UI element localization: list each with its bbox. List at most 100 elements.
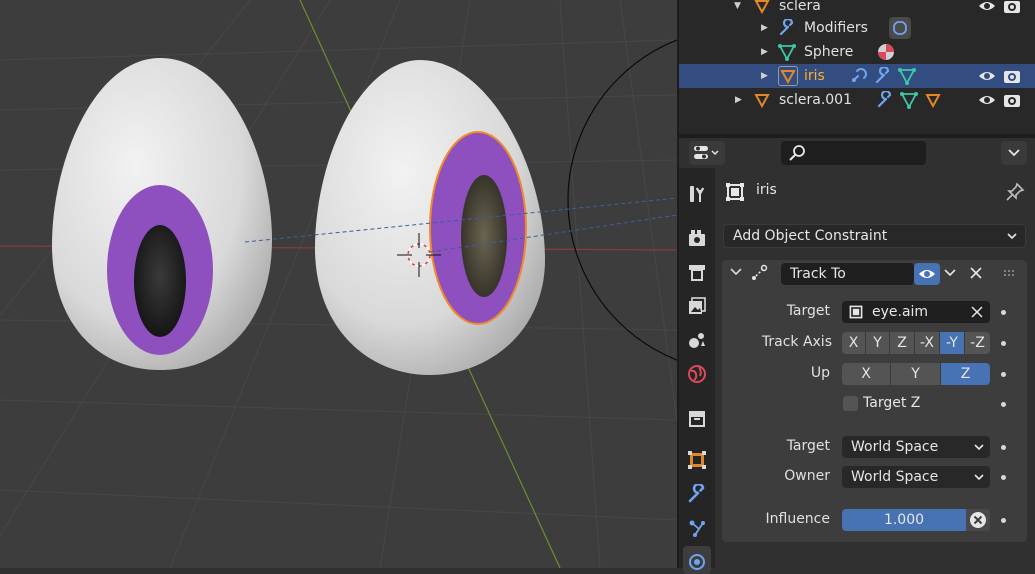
target-z-label: Target Z [863, 395, 921, 411]
physics-icon [689, 554, 705, 570]
constraint-icon[interactable] [850, 67, 868, 85]
eye-icon [919, 270, 935, 278]
keyframe-dot[interactable] [1001, 402, 1006, 407]
wrench-icon[interactable] [874, 67, 892, 85]
aim-circle [567, 39, 677, 361]
clear-icon[interactable] [971, 306, 983, 318]
search-input[interactable] [781, 141, 926, 165]
tab-render[interactable] [683, 224, 711, 252]
camera-icon[interactable] [1003, 67, 1021, 85]
outliner-row-modifiers[interactable]: ▶ Modifiers [679, 16, 1035, 40]
chevron-down-icon [974, 444, 984, 451]
keyframe-dot[interactable] [1001, 310, 1006, 315]
collapse-chevron-icon[interactable] [730, 267, 742, 277]
target-object-field[interactable]: eye.aim [842, 301, 990, 323]
tab-world[interactable] [683, 360, 711, 388]
options-dropdown[interactable] [1001, 141, 1027, 165]
collection-icon [689, 411, 705, 427]
outliner-item-label: sclera.001 [779, 92, 853, 108]
output-icon [689, 265, 705, 281]
properties-editor-icon [694, 146, 719, 159]
track-axis-neg-y[interactable]: -Y [940, 332, 965, 354]
3d-viewport[interactable] [0, 0, 677, 568]
eye-icon[interactable] [978, 67, 996, 85]
track-axis-neg-z[interactable]: -Z [965, 332, 990, 354]
tab-output[interactable] [683, 258, 711, 286]
outliner-item-label: Modifiers [804, 20, 868, 36]
add-object-constraint-dropdown[interactable]: Add Object Constraint [723, 224, 1026, 248]
object-icon [849, 305, 863, 319]
object-data-icon[interactable] [924, 91, 942, 109]
up-axis-z[interactable]: Z [941, 363, 990, 385]
right-pupil [461, 175, 507, 297]
outliner-row-sclera-001[interactable]: ▶ sclera.001 [679, 88, 1035, 112]
eye-icon[interactable] [978, 91, 996, 109]
tab-tool[interactable] [683, 180, 711, 208]
keyframe-dot[interactable] [1001, 372, 1006, 377]
outliner[interactable]: ▼ sclera ▶ Modifiers ▶ Sphere ▶ iris ▶ s… [679, 0, 1035, 134]
object-data-icon [778, 66, 798, 86]
tab-object[interactable] [683, 446, 711, 474]
keyframe-dot[interactable] [1001, 518, 1006, 523]
constraint-name-field[interactable]: Track To [781, 263, 914, 285]
outliner-row-iris[interactable]: ▶ iris [679, 64, 1035, 88]
wrench-icon[interactable] [876, 91, 894, 109]
material-icon[interactable] [877, 43, 895, 61]
constraint-visibility-toggle[interactable] [914, 263, 940, 285]
mesh-data-icon[interactable] [900, 91, 918, 109]
object-icon [726, 183, 744, 201]
wrench-icon [688, 484, 705, 503]
outliner-item-label: sclera [779, 0, 821, 14]
chevron-down-icon [1007, 233, 1017, 240]
close-icon[interactable] [969, 266, 983, 280]
target-z-checkbox[interactable] [843, 396, 858, 411]
target-label: Target [786, 303, 830, 319]
subdivision-modifier-icon[interactable] [889, 17, 911, 39]
up-axis-y[interactable]: Y [891, 363, 941, 385]
target-space-dropdown[interactable]: World Space [842, 436, 990, 458]
track-axis-label: Track Axis [761, 334, 832, 350]
drag-handle-icon[interactable] [1003, 269, 1017, 277]
tool-icon [690, 186, 704, 202]
owner-space-dropdown[interactable]: World Space [842, 466, 990, 488]
influence-value: 1.000 [883, 512, 925, 528]
target-space-label: Target [786, 438, 830, 454]
tab-modifiers[interactable] [683, 480, 711, 508]
expand-toggle-icon[interactable]: ▶ [761, 23, 768, 33]
up-axis-x[interactable]: X [842, 363, 891, 385]
expand-toggle-icon[interactable]: ▶ [735, 95, 742, 105]
keyframe-dot[interactable] [1001, 341, 1006, 346]
disable-keep-offset-button[interactable] [966, 509, 990, 531]
track-axis-z[interactable]: Z [890, 332, 915, 354]
object-icon [688, 451, 706, 469]
eye-icon[interactable] [978, 0, 996, 15]
up-label: Up [810, 365, 830, 381]
target-value: eye.aim [872, 304, 929, 320]
tab-physics[interactable] [683, 546, 711, 574]
camera-icon[interactable] [1003, 91, 1021, 109]
properties-header [679, 138, 1035, 168]
editor-type-dropdown[interactable] [689, 141, 725, 165]
particles-icon [689, 520, 705, 537]
outliner-item-label: iris [804, 68, 825, 84]
outliner-row-sphere[interactable]: ▶ Sphere [679, 40, 1035, 64]
mesh-data-icon [778, 43, 796, 61]
expand-toggle-icon[interactable]: ▶ [761, 71, 768, 81]
camera-icon[interactable] [1003, 0, 1021, 15]
expand-toggle-icon[interactable]: ▼ [734, 1, 741, 11]
mesh-data-icon[interactable] [898, 67, 916, 85]
expand-toggle-icon[interactable]: ▶ [761, 47, 768, 57]
tab-view-layer[interactable] [683, 292, 711, 320]
chevron-down-icon [1008, 149, 1020, 157]
keyframe-dot[interactable] [1001, 445, 1006, 450]
pin-icon[interactable] [1005, 182, 1025, 202]
tab-particles[interactable] [683, 514, 711, 542]
track-axis-neg-x[interactable]: -X [915, 332, 940, 354]
tab-collection[interactable] [683, 404, 711, 432]
track-axis-x[interactable]: X [842, 332, 866, 354]
track-axis-y[interactable]: Y [866, 332, 890, 354]
tab-scene[interactable] [683, 326, 711, 354]
influence-slider[interactable]: 1.000 [842, 509, 966, 531]
keyframe-dot[interactable] [1001, 475, 1006, 480]
chevron-down-icon[interactable] [944, 268, 956, 278]
